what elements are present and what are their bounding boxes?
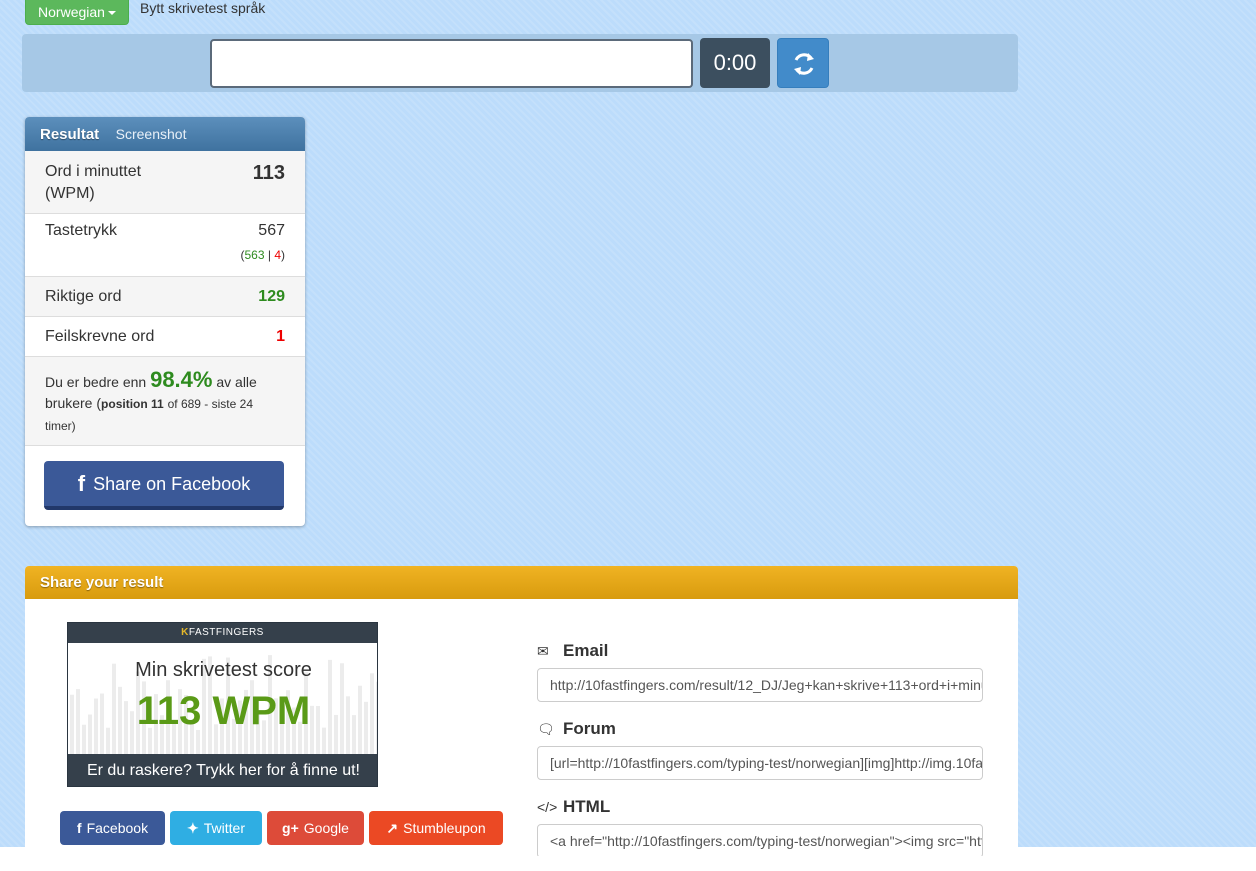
wrong-words-row: Feilskrevne ord 1 — [25, 317, 305, 357]
badge-cta: Er du raskere? Trykk her for å finne ut! — [68, 754, 377, 786]
forum-label-text: Forum — [563, 719, 616, 738]
change-language-link[interactable]: Bytt skrivetest språk — [140, 0, 265, 16]
keystrokes-value: 567 — [258, 222, 285, 239]
reload-button[interactable] — [777, 38, 829, 88]
share-on-facebook-label: Share on Facebook — [93, 474, 251, 494]
keystrokes-breakdown: (563 | 4) — [240, 248, 285, 262]
forum-label: 🗨 Forum — [537, 719, 616, 739]
wpm-label: Ord i minuttet (WPM) — [45, 163, 142, 202]
correct-words-label: Riktige ord — [45, 288, 122, 305]
badge-logo: KFASTFINGERS — [68, 623, 377, 643]
badge-title: Min skrivetest score — [135, 659, 312, 681]
forum-code-field[interactable]: [url=http://10fastfingers.com/typing-tes… — [537, 746, 983, 780]
code-icon: </> — [537, 799, 558, 815]
email-label: ✉ Email — [537, 641, 608, 661]
comments-icon: 🗨 — [537, 721, 555, 737]
facebook-share-button[interactable]: f Facebook — [60, 811, 165, 845]
rank-close: ) — [71, 419, 76, 433]
stumbleupon-share-button[interactable]: ↗ Stumbleupon — [369, 811, 503, 845]
correct-words-row: Riktige ord 129 — [25, 277, 305, 317]
keystrokes-label: Tastetrykk — [45, 222, 118, 239]
rank-row: Du er bedre enn 98.4% av alle brukere (p… — [25, 357, 305, 446]
typing-input[interactable] — [210, 39, 693, 88]
stumbleupon-label: Stumbleupon — [403, 820, 486, 836]
keystrokes-wrong: 4 — [274, 248, 281, 262]
google-label: Google — [303, 820, 349, 836]
refresh-icon — [794, 53, 814, 75]
language-dropdown-button[interactable]: Norwegian — [25, 0, 129, 25]
wrong-words-value: 1 — [276, 328, 285, 345]
keystrokes-row: Tastetrykk 567 (563 | 4) — [25, 214, 305, 277]
badge-logo-text: FASTFINGERS — [188, 627, 264, 638]
correct-words-value: 129 — [258, 288, 285, 305]
share-on-facebook-button[interactable]: f Share on Facebook — [44, 461, 284, 510]
google-plus-icon: g+ — [282, 820, 299, 836]
wpm-row: Ord i minuttet (WPM) 113 — [25, 151, 305, 214]
envelope-icon: ✉ — [537, 643, 549, 659]
twitter-label: Twitter — [203, 820, 245, 836]
badge-logo-k: K — [181, 627, 189, 638]
language-selected-label: Norwegian — [38, 4, 105, 20]
facebook-icon: f — [76, 820, 82, 836]
email-label-text: Email — [563, 641, 609, 660]
google-share-button[interactable]: g+ Google — [267, 811, 364, 845]
html-label: </> HTML — [537, 797, 610, 817]
share-header: Share your result — [25, 566, 1018, 599]
facebook-icon: f — [77, 471, 86, 496]
share-panel: Share your result KFASTFINGERS Min skriv… — [25, 566, 1018, 856]
facebook-label: Facebook — [86, 820, 149, 836]
rank-percent: 98.4% — [150, 367, 213, 392]
html-label-text: HTML — [563, 797, 611, 816]
result-tab[interactable]: Resultat — [40, 126, 99, 143]
rank-prefix: Du er bedre enn — [45, 374, 147, 390]
result-header: Resultat Screenshot — [25, 117, 305, 151]
wpm-value: 113 — [252, 162, 285, 184]
caret-down-icon — [107, 11, 116, 16]
timer: 0:00 — [700, 38, 770, 88]
rank-position: position 11 — [101, 397, 164, 411]
html-code-field[interactable]: <a href="http://10fastfingers.com/typing… — [537, 824, 983, 856]
badge-wpm: 113 WPM — [136, 689, 311, 733]
screenshot-tab[interactable]: Screenshot — [116, 126, 187, 142]
result-badge-image[interactable]: KFASTFINGERS Min skrivetest score 113 WP… — [67, 622, 378, 787]
email-link-field[interactable]: http://10fastfingers.com/result/12_DJ/Je… — [537, 668, 983, 702]
twitter-icon: ✦ — [187, 820, 199, 836]
keystrokes-correct: 563 — [244, 248, 265, 262]
wrong-words-label: Feilskrevne ord — [45, 328, 155, 345]
result-panel: Resultat Screenshot Ord i minuttet (WPM)… — [25, 117, 305, 526]
typing-bar: 0:00 — [22, 34, 1018, 92]
twitter-share-button[interactable]: ✦ Twitter — [170, 811, 262, 845]
share-icon: ↗ — [386, 820, 399, 836]
